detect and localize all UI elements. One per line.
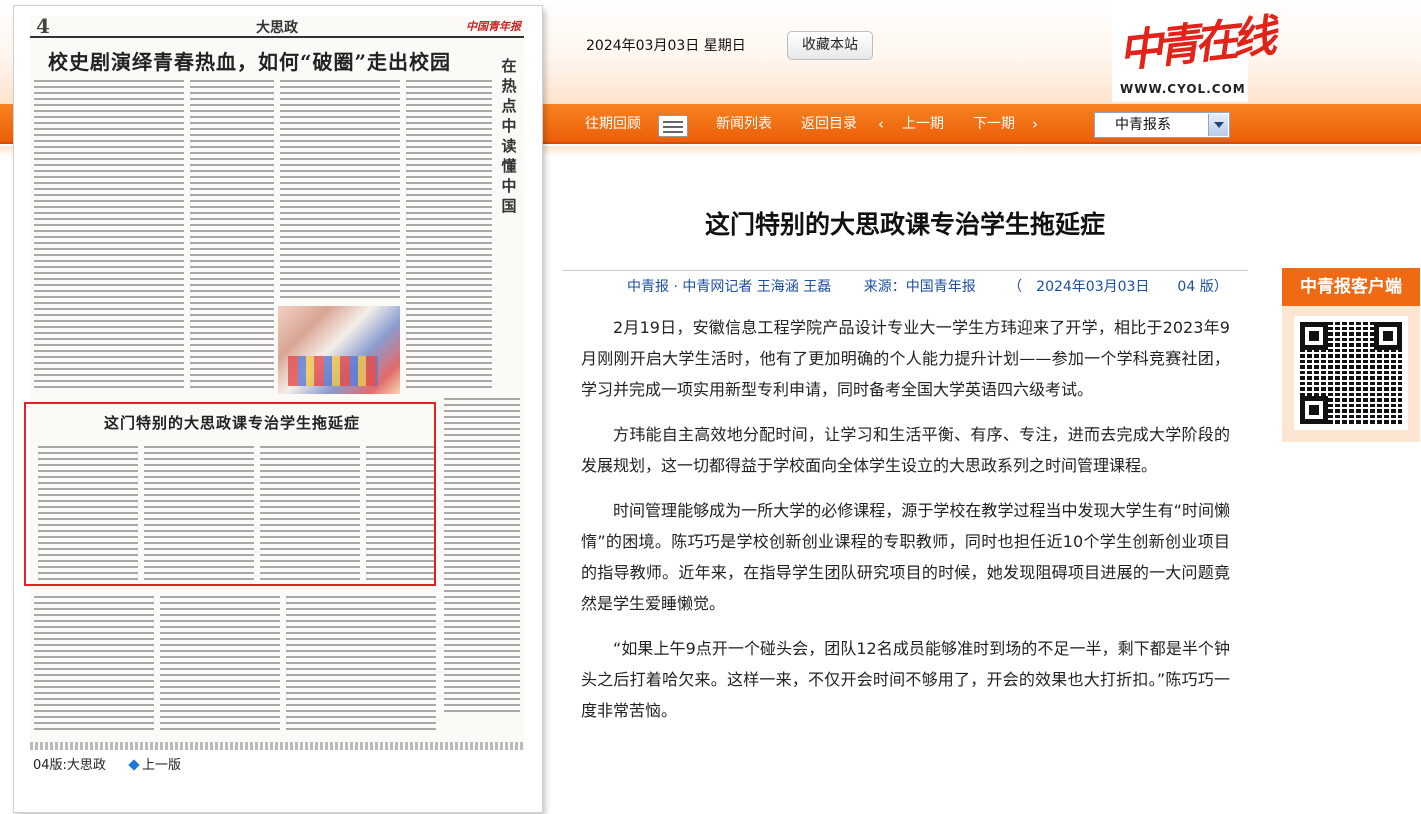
article-divider — [562, 270, 1248, 271]
article-paragraph: 2月19日，安徽信息工程学院产品设计专业大一学生方玮迎来了开学，相比于2023年… — [581, 318, 1230, 399]
client-title: 中青报客户端 — [1282, 268, 1420, 306]
qr-finder — [1300, 322, 1328, 350]
paper-page-number: 4 — [36, 16, 50, 38]
nav-back-to-index[interactable]: 返回目录 — [801, 104, 857, 144]
chevron-left-icon[interactable]: ‹ — [878, 104, 884, 144]
site-logo[interactable]: 中青在线 WWW.CYOL.COM — [1112, 2, 1273, 102]
diamond-icon — [128, 759, 140, 771]
paper-text-block — [286, 594, 436, 734]
page-label: 04版:大思政 — [33, 758, 106, 773]
paper-text-block — [34, 78, 184, 388]
paper-select[interactable]: 中青报系 — [1094, 112, 1230, 138]
article-paragraph: “如果上午9点开一个碰头会，团队12名成员能够准时到场的不足一半，剩下都是半个钟… — [581, 639, 1230, 720]
paper-section-name: 大思政 — [256, 20, 298, 36]
nav-news-list[interactable]: 新闻列表 — [716, 104, 772, 144]
client-qr-panel: 中青报客户端 — [1282, 268, 1420, 442]
nav-next-issue[interactable]: 下一期 — [973, 104, 1015, 144]
qr-finder — [1300, 396, 1328, 424]
article-paragraph: 时间管理能够成为一所大学的必修课程，源于学校在教学过程当中发现大学生有“时间懒惰… — [581, 501, 1230, 613]
paper-logo: 中国青年报 — [466, 20, 521, 33]
paper-text-block — [34, 594, 154, 734]
qr-code-pattern — [1300, 322, 1402, 424]
paper-text-block — [160, 594, 280, 734]
paper-footer — [30, 742, 524, 750]
bookmark-button[interactable]: 收藏本站 — [787, 31, 873, 60]
paper-text-block — [444, 396, 520, 716]
article-body: 2月19日，安徽信息工程学院产品设计专业大一学生方玮迎来了开学，相比于2023年… — [581, 312, 1230, 740]
paper-vertical-column: 在热点中读懂中国 — [501, 57, 517, 215]
article-source: 来源：中国青年报 — [863, 279, 976, 295]
paper-photo — [278, 306, 400, 394]
article-byline: 中青报 · 中青网记者 王海涵 王磊 — [627, 279, 832, 295]
article-paragraph: 方玮能自主高效地分配时间，让学习和生活平衡、有序、专注，进而去完成大学阶段的发展… — [581, 425, 1230, 475]
article-edition: （ 2024年03月03日 04 版） — [1008, 279, 1228, 295]
chevron-down-icon[interactable] — [1208, 114, 1228, 136]
article-title: 这门特别的大思政课专治学生拖延症 — [704, 210, 1105, 239]
paper-headline[interactable]: 校史剧演绎青春热血，如何“破圈”走出校园 — [48, 46, 451, 75]
chevron-right-icon[interactable]: › — [1032, 104, 1038, 144]
paper-masthead: 4 大思政 中国青年报 — [30, 16, 524, 38]
paper-text-block — [190, 78, 274, 388]
newspaper-page[interactable]: 4 大思政 中国青年报 校史剧演绎青春热血，如何“破圈”走出校园 在热点中读懂中… — [30, 16, 524, 742]
qr-code — [1294, 316, 1408, 430]
nav-prev-issue[interactable]: 上一期 — [902, 104, 944, 144]
paper-select-value: 中青报系 — [1115, 117, 1171, 133]
nav-past-issues[interactable]: 往期回顾 — [585, 104, 641, 144]
paper-text-block — [406, 78, 492, 388]
current-date: 2024年03月03日 星期日 — [586, 38, 746, 54]
prev-page-link[interactable]: 上一版 — [128, 754, 182, 773]
highlight-article-title[interactable]: 这门特别的大思政课专治学生拖延症 — [104, 412, 360, 433]
calendar-icon[interactable] — [658, 115, 688, 137]
paper-text-block — [280, 78, 400, 300]
prev-page-label: 上一版 — [142, 758, 182, 773]
qr-finder — [1374, 322, 1402, 350]
article-meta: 中青报 · 中青网记者 王海涵 王磊 来源：中国青年报 （ 2024年03月03… — [627, 276, 1256, 296]
logo-url-text: WWW.CYOL.COM — [1120, 82, 1246, 96]
